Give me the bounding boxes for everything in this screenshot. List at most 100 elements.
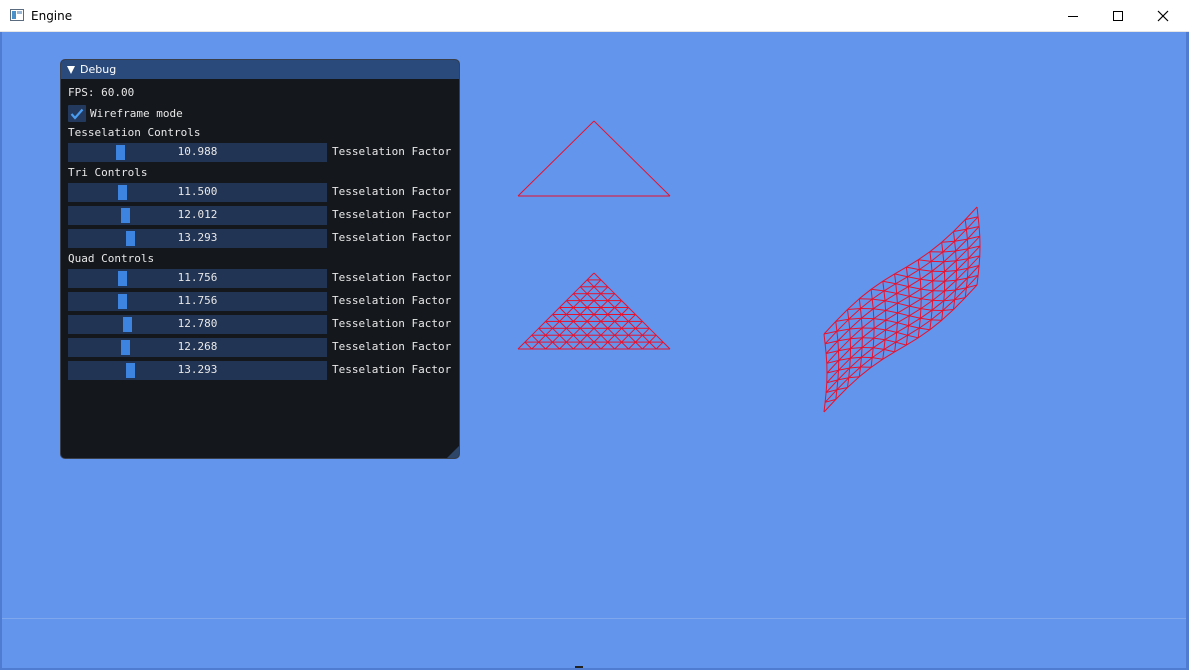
wire-edge bbox=[849, 327, 863, 340]
debug-window-title: Debug bbox=[80, 63, 117, 76]
wire-edge bbox=[929, 319, 932, 330]
wire-edge bbox=[579, 341, 588, 350]
wire-edge bbox=[908, 278, 921, 288]
wire-edge bbox=[861, 347, 874, 358]
wire-edge bbox=[860, 318, 863, 329]
slider-track[interactable]: 11.756 bbox=[68, 269, 327, 288]
wire-edge bbox=[593, 279, 602, 288]
tess-factor-slider[interactable]: 10.988 Tesselation Factor bbox=[68, 143, 458, 162]
wire-edge bbox=[920, 270, 933, 280]
wire-edge bbox=[545, 341, 553, 350]
wire-edge bbox=[907, 269, 920, 278]
wire-edge bbox=[655, 341, 664, 350]
wire-edge bbox=[895, 332, 898, 343]
wire-edge bbox=[894, 266, 907, 275]
slider-track[interactable]: 10.988 bbox=[68, 143, 327, 162]
wire-edge bbox=[929, 319, 943, 331]
wire-edge bbox=[600, 307, 609, 315]
wire-edge bbox=[942, 251, 945, 262]
wire-edge bbox=[932, 271, 945, 282]
wire-edge bbox=[905, 335, 908, 346]
quad-factor-slider-1[interactable]: 11.756 Tesselation Factor bbox=[68, 269, 458, 288]
tri-factor-slider-2[interactable]: 12.012 Tesselation Factor bbox=[68, 206, 458, 225]
wire-edge bbox=[559, 327, 567, 336]
wire-edge bbox=[600, 314, 609, 322]
wire-edge bbox=[919, 269, 933, 272]
slider-value: 13.293 bbox=[177, 363, 218, 376]
wire-edge bbox=[906, 259, 919, 268]
wire-edge bbox=[586, 314, 595, 322]
wire-edge bbox=[873, 308, 886, 311]
wire-edge bbox=[642, 321, 650, 329]
wire-edge bbox=[836, 331, 839, 341]
fps-readout: FPS: 60.00 bbox=[68, 86, 135, 99]
wire-edge bbox=[907, 325, 909, 336]
slider-label: Tesselation Factor bbox=[332, 363, 452, 376]
wire-edge bbox=[882, 281, 885, 291]
wire-edge bbox=[552, 334, 560, 343]
wire-edge bbox=[586, 321, 595, 329]
debug-window-header[interactable]: Debug bbox=[61, 60, 459, 79]
wire-edge bbox=[943, 260, 957, 263]
wire-edge bbox=[566, 341, 574, 350]
slider-label: Tesselation Factor bbox=[332, 145, 452, 158]
wire-edge bbox=[572, 341, 581, 350]
slider-label: Tesselation Factor bbox=[332, 317, 452, 330]
wire-edge bbox=[920, 290, 934, 300]
slider-value: 12.780 bbox=[177, 317, 218, 330]
wire-edge bbox=[897, 302, 910, 307]
wire-edge bbox=[894, 342, 897, 352]
collapse-arrow-icon[interactable] bbox=[67, 65, 75, 74]
wire-edge bbox=[942, 250, 956, 253]
wire-edge bbox=[572, 321, 581, 329]
wire-edge bbox=[930, 261, 933, 272]
wire-edge bbox=[861, 327, 875, 339]
slider-track[interactable]: 12.268 bbox=[68, 338, 327, 357]
wire-edge bbox=[882, 349, 885, 360]
wire-edge bbox=[907, 327, 920, 336]
wire-edge bbox=[850, 337, 863, 349]
resize-grip-icon[interactable] bbox=[447, 446, 459, 458]
wire-edge bbox=[635, 314, 643, 322]
wire-edge bbox=[944, 270, 957, 282]
debug-window[interactable]: Debug FPS: 60.00 Wireframe mode Tesselat… bbox=[60, 59, 460, 459]
wire-edge bbox=[872, 300, 886, 310]
wire-edge bbox=[942, 240, 955, 253]
slider-track[interactable]: 11.756 bbox=[68, 292, 327, 311]
wire-edge bbox=[849, 317, 862, 330]
wire-edge bbox=[847, 298, 860, 310]
quad-factor-slider-5[interactable]: 13.293 Tesselation Factor bbox=[68, 361, 458, 380]
quad-factor-slider-3[interactable]: 12.780 Tesselation Factor bbox=[68, 315, 458, 334]
wire-edge bbox=[897, 295, 910, 304]
quad-factor-slider-2[interactable]: 11.756 Tesselation Factor bbox=[68, 292, 458, 311]
wireframe-toggle[interactable]: Wireframe mode bbox=[68, 105, 183, 122]
slider-track[interactable]: 11.500 bbox=[68, 183, 327, 202]
slider-track[interactable]: 12.780 bbox=[68, 315, 327, 334]
wire-edge bbox=[614, 307, 622, 315]
wire-edge bbox=[848, 319, 851, 330]
wire-edge bbox=[909, 315, 921, 319]
tri-factor-slider-1[interactable]: 11.500 Tesselation Factor bbox=[68, 183, 458, 202]
wire-edge bbox=[907, 276, 921, 280]
wire-edge bbox=[883, 348, 895, 353]
wireframe-checkbox[interactable] bbox=[68, 105, 86, 122]
wire-edge bbox=[943, 290, 945, 301]
slider-track[interactable]: 13.293 bbox=[68, 361, 327, 380]
wire-edge bbox=[884, 329, 887, 340]
slider-label: Tesselation Factor bbox=[332, 208, 452, 221]
wire-edge bbox=[572, 300, 581, 308]
wire-edge bbox=[628, 334, 636, 343]
wire-edge bbox=[941, 240, 955, 243]
wire-edge bbox=[600, 341, 609, 350]
wire-edge bbox=[607, 307, 616, 315]
wire-edge bbox=[600, 327, 609, 336]
slider-track[interactable]: 13.293 bbox=[68, 229, 327, 248]
wire-edge bbox=[872, 308, 875, 319]
quad-factor-slider-4[interactable]: 12.268 Tesselation Factor bbox=[68, 338, 458, 357]
tri-factor-slider-3[interactable]: 13.293 Tesselation Factor bbox=[68, 229, 458, 248]
wire-edge bbox=[566, 300, 574, 308]
wire-edge bbox=[884, 292, 897, 302]
wire-edge bbox=[849, 358, 851, 369]
slider-track[interactable]: 12.012 bbox=[68, 206, 327, 225]
wire-edge bbox=[942, 299, 955, 311]
